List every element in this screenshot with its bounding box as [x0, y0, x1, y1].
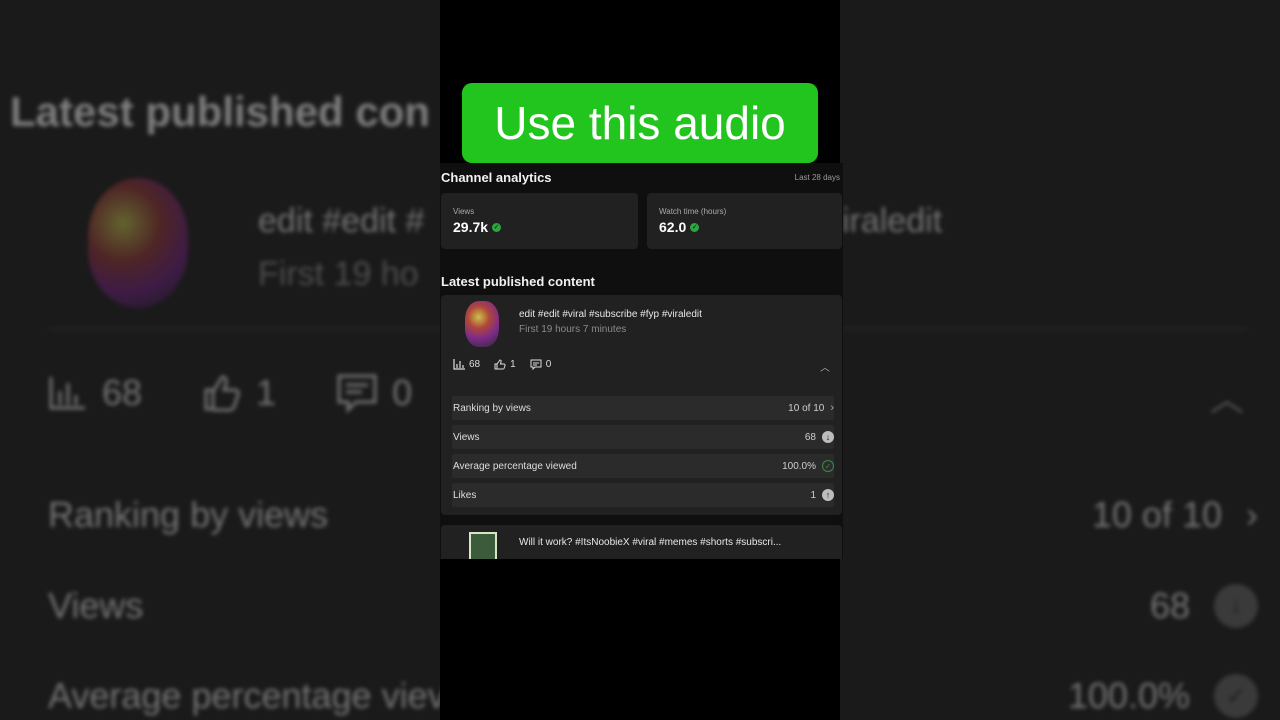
views-value: 68	[804, 431, 816, 443]
likes-row: Likes 1 ↑	[452, 483, 834, 507]
check-icon: ✓	[690, 222, 700, 232]
video-title: edit #edit #viral #subscribe #fyp #viral…	[519, 309, 702, 320]
arrow-up-icon: ↑	[822, 489, 834, 501]
avg-viewed-label: Average percentage viewed	[453, 460, 577, 472]
latest-video-card[interactable]: edit #edit #viral #subscribe #fyp #viral…	[441, 295, 842, 515]
bg-video-subtitle: First 19 ho	[258, 255, 419, 293]
ranking-row[interactable]: Ranking by views 10 of 10 ›	[452, 396, 834, 420]
check-icon: ✓	[492, 222, 502, 232]
thumbs-up-icon	[204, 375, 240, 412]
arrow-down-icon: ↓	[1214, 584, 1258, 628]
chevron-right-icon: ›	[830, 402, 834, 414]
use-this-audio-button[interactable]: Use this audio	[462, 83, 818, 163]
bg-views-value: 68	[1149, 585, 1190, 626]
watch-time-card[interactable]: Watch time (hours) 62.0 ✓	[647, 193, 842, 249]
thumbs-up-icon	[494, 359, 506, 370]
bg-ranking-label: Ranking by views	[48, 494, 329, 535]
bg-views-label: Views	[48, 585, 144, 626]
bg-avg-value: 100.0%	[1067, 675, 1190, 716]
video-thumbnail	[469, 532, 497, 559]
likes-value: 1	[810, 489, 816, 501]
bg-views-count: 68	[102, 372, 143, 413]
views-card-label: Views	[453, 207, 475, 216]
bg-section-title: Latest published con	[10, 88, 431, 135]
period-label[interactable]: Last 28 days	[795, 173, 840, 182]
views-card-value: 29.7k	[453, 219, 489, 235]
video-stats: 68 1 0	[453, 359, 551, 370]
bg-likes-count: 1	[256, 372, 277, 413]
chevron-up-icon[interactable]: ︿	[820, 359, 830, 374]
bar-chart-icon	[453, 359, 465, 370]
bg-video-thumbnail	[88, 178, 188, 308]
chevron-right-icon: ›	[1246, 494, 1258, 535]
studio-screen: Channel analytics Last 28 days Views 29.…	[440, 163, 843, 559]
watch-time-value: 62.0	[659, 219, 687, 235]
avg-viewed-row: Average percentage viewed 100.0% ✓	[452, 454, 834, 478]
video-subtitle: First 19 hours 7 minutes	[519, 324, 627, 335]
avg-viewed-value: 100.0%	[782, 460, 816, 472]
views-card[interactable]: Views 29.7k ✓	[441, 193, 638, 249]
arrow-down-icon: ↓	[822, 431, 834, 443]
chevron-up-icon: ︿	[1210, 381, 1244, 419]
latest-content-heading: Latest published content	[441, 274, 595, 289]
bar-chart-icon	[49, 377, 85, 410]
ranking-value: 10 of 10	[788, 402, 825, 414]
views-label: Views	[453, 431, 480, 443]
comment-icon	[337, 374, 377, 413]
bg-stats: 68 1 0	[48, 372, 412, 414]
channel-analytics-heading: Channel analytics	[441, 170, 552, 185]
video-thumbnail	[465, 301, 499, 347]
likes-count: 1	[510, 359, 516, 370]
likes-label: Likes	[453, 489, 477, 501]
bg-avg-label: Average percentage viev	[48, 675, 446, 716]
bg-video-title: edit #edit #	[258, 202, 425, 240]
watch-time-label: Watch time (hours)	[659, 207, 727, 216]
comment-icon	[530, 359, 542, 370]
views-row: Views 68 ↓	[452, 425, 834, 449]
bg-ranking-value: 10 of 10	[1091, 494, 1222, 535]
check-circle-icon: ✓	[822, 460, 834, 472]
next-video-title: Will it work? #ItsNoobieX #viral #memes …	[519, 537, 782, 548]
views-count: 68	[469, 359, 481, 370]
comments-count: 0	[545, 359, 552, 370]
next-video-card[interactable]: Will it work? #ItsNoobieX #viral #memes …	[441, 525, 842, 559]
bg-video-title-tail: iraledit	[842, 202, 943, 240]
check-circle-icon: ✓	[1214, 674, 1258, 718]
bg-comments-count: 0	[392, 372, 413, 413]
ranking-label: Ranking by views	[453, 402, 531, 414]
